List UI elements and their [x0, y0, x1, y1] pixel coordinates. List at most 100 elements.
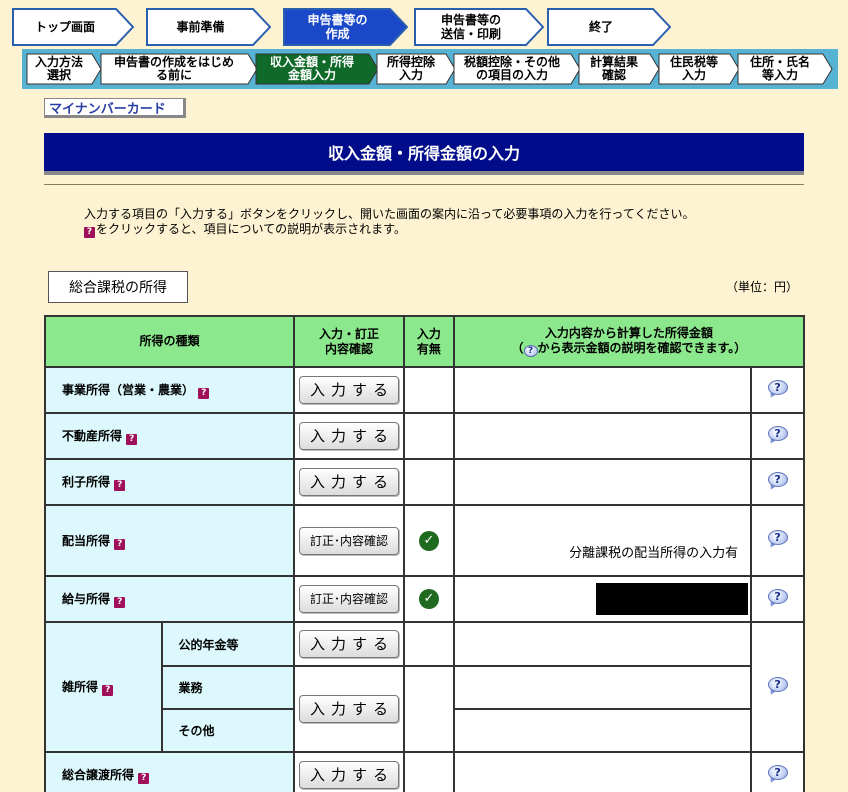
help-cell: ? — [750, 366, 805, 414]
row-label-misc-pension: 公的年金等 — [160, 621, 296, 667]
input-button-real-estate[interactable]: 入力する — [298, 422, 399, 450]
action-cell: 入力する — [293, 621, 405, 667]
divider — [44, 184, 804, 185]
substep-label: 税額控除・その他 の項目の入力 — [463, 55, 560, 82]
question-badge-icon[interactable]: ? — [138, 773, 150, 784]
substep-label: 所得控除 入力 — [386, 55, 435, 82]
input-button-misc-pension[interactable]: 入力する — [298, 630, 399, 658]
row-label-text: 総合譲渡所得 — [62, 768, 135, 782]
header-action: 入力・訂正 内容確認 — [293, 315, 405, 368]
input-button-business[interactable]: 入力する — [298, 376, 399, 404]
row-label-text: 配当所得 — [62, 533, 111, 548]
unit-label: （単位：円） — [726, 280, 799, 294]
row-label-capital-gains: 総合譲渡所得 ? — [43, 751, 296, 792]
action-cell: 訂正･内容確認 — [293, 504, 405, 577]
table-row: 利子所得 ? 入力する ? — [43, 458, 805, 506]
instruction-line-2-text: をクリックすると、項目についての説明が表示されます。 — [96, 222, 406, 236]
substep-deduction: 所得控除 入力 — [376, 53, 456, 85]
step-create: 申告書等の 作成 — [283, 8, 408, 46]
input-button-misc-business-other[interactable]: 入力する — [298, 695, 399, 723]
progress-steps: トップ画面 事前準備 申告書等の 作成 申告書等の 送信・印刷 終了 — [10, 8, 840, 48]
help-cell: ? — [750, 412, 805, 460]
help-icon[interactable]: ? — [767, 676, 789, 696]
help-glyph: ? — [767, 379, 788, 395]
help-icon[interactable]: ? — [767, 588, 789, 608]
instructions: 入力する項目の「入力する」ボタンをクリックし、開いた画面の案内に沿って必要事項の… — [84, 207, 694, 238]
question-badge-icon[interactable]: ? — [126, 434, 138, 445]
status-cell — [402, 665, 455, 753]
help-glyph: ? — [767, 676, 788, 692]
amount-cell — [452, 665, 753, 710]
section-label: 総合課税の所得 — [48, 271, 188, 303]
amount-cell — [452, 412, 753, 460]
substep-income-input: 収入金額・所得 金額入力 — [255, 53, 379, 85]
amount-cell — [452, 751, 753, 792]
substeps-bar: 入力方法 選択 申告書の作成をはじめ る前に 収入金額・所得 金額入力 所得控除… — [22, 49, 838, 89]
row-label-dividend: 配当所得 ? — [43, 504, 296, 577]
row-label-misc: 雑所得 ? — [44, 621, 163, 753]
step-send-print-label: 申告書等の 送信・印刷 — [440, 13, 501, 41]
step-finish: 終了 — [547, 8, 671, 46]
substep-label: 収入金額・所得 金額入力 — [269, 55, 354, 82]
amount-cell — [452, 708, 753, 753]
row-label-text: 利子所得 — [62, 475, 111, 489]
help-cell: ? — [750, 458, 805, 506]
amount-cell — [452, 621, 753, 667]
check-icon: ✓ — [418, 530, 439, 551]
help-icon[interactable]: ? — [767, 764, 789, 784]
status-cell: ✓ — [402, 504, 455, 577]
help-cell: ? — [750, 621, 805, 753]
question-badge-icon[interactable]: ? — [102, 685, 114, 696]
status-cell — [402, 751, 455, 792]
header-amount-line2: （? から表示金額の説明を確認できます。） — [455, 341, 803, 357]
substep-before-start: 申告書の作成をはじめ る前に — [100, 53, 258, 85]
status-cell — [402, 621, 455, 667]
table-row: 不動産所得 ? 入力する ? — [43, 412, 805, 460]
status-cell — [402, 412, 455, 460]
edit-button-salary[interactable]: 訂正･内容確認 — [298, 585, 399, 613]
step-top-label: トップ画面 — [34, 20, 95, 34]
header-amount-line1: 入力内容から計算した所得金額 — [544, 326, 713, 340]
substep-result: 計算結果 確認 — [578, 53, 660, 85]
header-status: 入力 有無 — [402, 315, 455, 368]
action-cell: 入力する — [293, 412, 405, 460]
step-create-label: 申告書等の 作成 — [307, 13, 368, 41]
amount-cell: 分離課税の配当所得の入力有 — [452, 504, 753, 577]
question-badge-icon[interactable]: ? — [114, 538, 126, 550]
input-button-capital-gains[interactable]: 入力する — [298, 761, 399, 789]
dividend-amount-note: 分離課税の配当所得の入力有 — [569, 546, 739, 561]
substep-resident-tax: 住民税等 入力 — [658, 53, 740, 85]
edit-button-dividend[interactable]: 訂正･内容確認 — [298, 526, 399, 555]
substep-tax-credit: 税額控除・その他 の項目の入力 — [453, 53, 581, 85]
help-icon[interactable]: ? — [767, 425, 789, 445]
help-glyph: ? — [767, 471, 788, 487]
header-amount-pre: （ — [511, 341, 524, 355]
row-label-real-estate: 不動産所得 ? — [43, 412, 296, 460]
question-badge-icon[interactable]: ? — [114, 480, 126, 491]
action-cell: 入力する — [293, 366, 405, 414]
substep-label: 計算結果 確認 — [589, 55, 638, 82]
help-icon[interactable]: ? — [767, 530, 789, 550]
page-title: 収入金額・所得金額の入力 — [44, 133, 804, 171]
help-icon[interactable]: ? — [767, 471, 789, 491]
row-label-interest: 利子所得 ? — [43, 458, 296, 506]
substep-label: 入力方法 選択 — [34, 55, 83, 82]
row-label-text: 事業所得（営業・農業） — [62, 383, 195, 397]
instruction-line-1: 入力する項目の「入力する」ボタンをクリックし、開いた画面の案内に沿って必要事項の… — [84, 207, 695, 221]
substep-input-method: 入力方法 選択 — [26, 53, 102, 85]
question-badge-icon[interactable]: ? — [198, 388, 210, 399]
amount-cell — [452, 458, 753, 506]
help-glyph: ? — [767, 764, 788, 780]
help-glyph: ? — [767, 588, 788, 604]
question-badge-icon[interactable]: ? — [114, 597, 126, 608]
check-icon: ✓ — [418, 589, 439, 609]
help-icon[interactable]: ? — [767, 379, 789, 399]
status-cell — [402, 458, 455, 506]
redacted-amount — [596, 583, 749, 615]
row-label-text: 給与所得 — [62, 592, 111, 606]
row-label-text: 不動産所得 — [62, 429, 123, 443]
substep-address: 住所・氏名 等入力 — [737, 53, 833, 85]
table-row: 雑所得 ? 公的年金等 入力する ? — [44, 621, 805, 753]
input-button-interest[interactable]: 入力する — [298, 468, 399, 496]
substep-label: 申告書の作成をはじめ る前に — [113, 55, 234, 82]
